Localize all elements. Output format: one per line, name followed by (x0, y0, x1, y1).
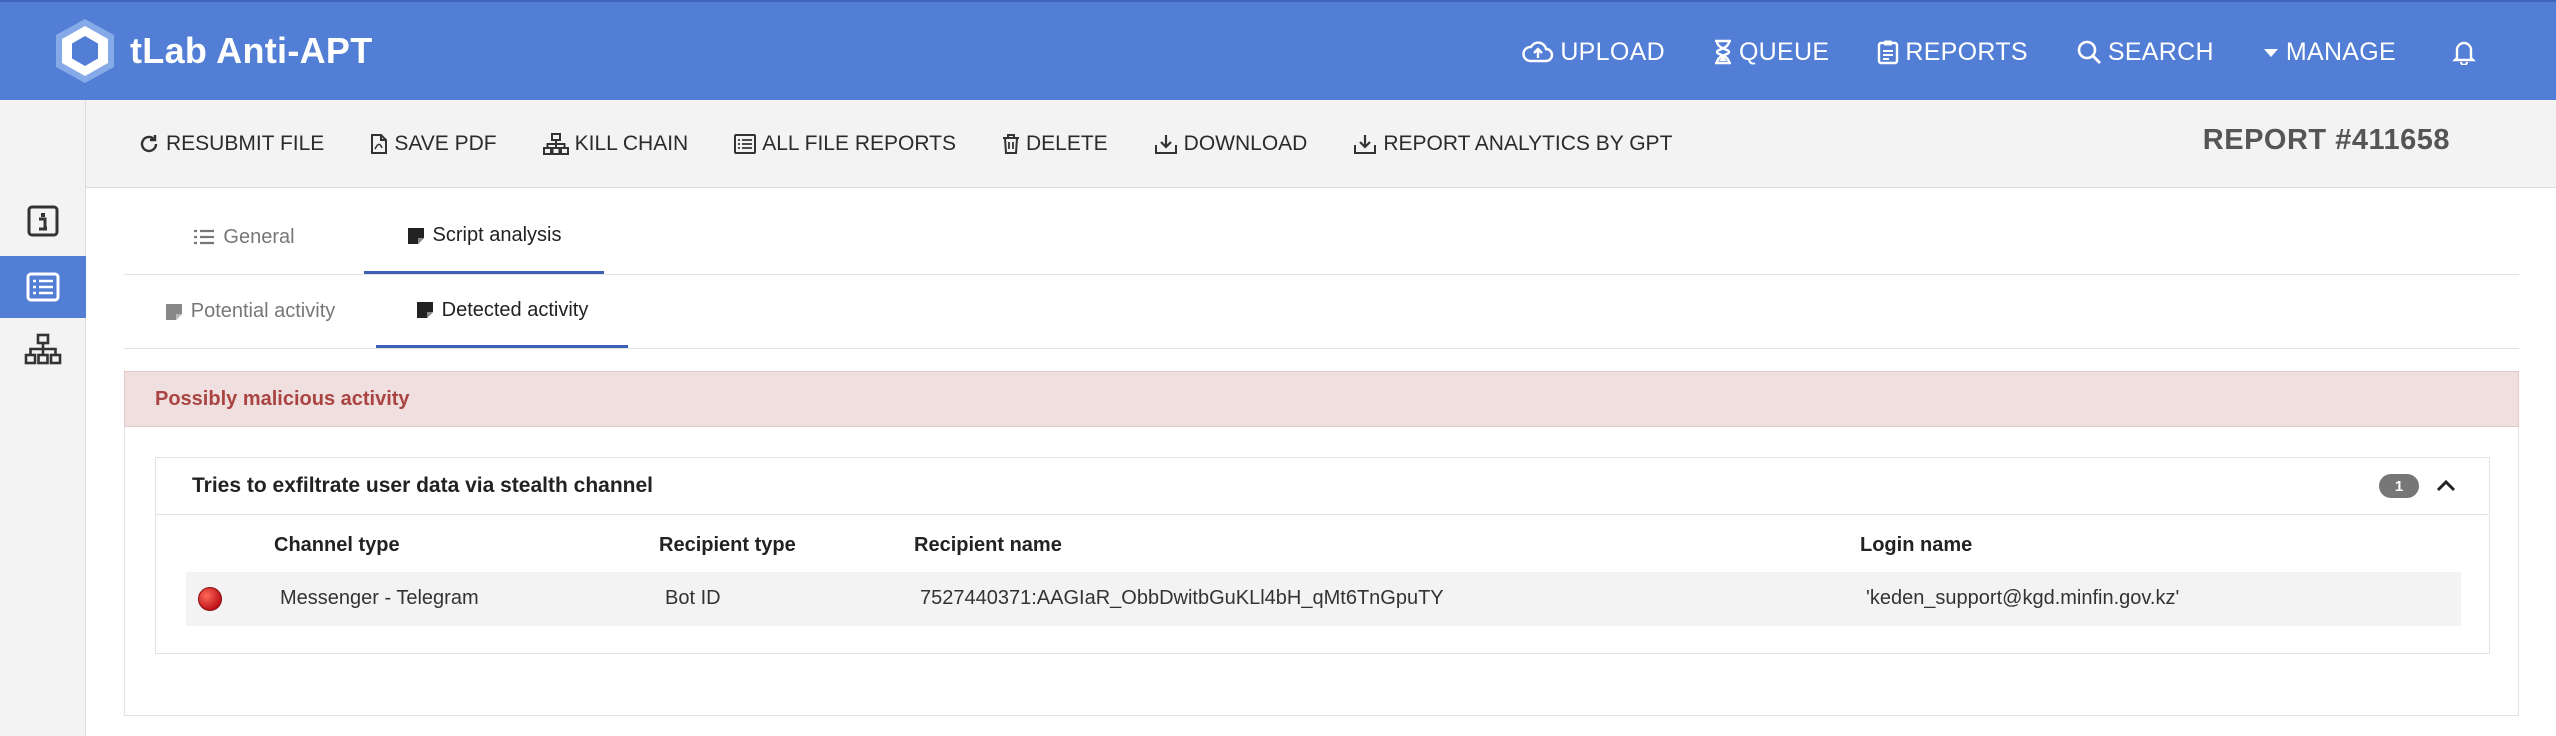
trash-icon (1002, 133, 1019, 154)
sticky-note-icon (165, 303, 182, 320)
table-row[interactable]: Messenger - Telegram Bot ID 7527440371:A… (186, 572, 2461, 626)
search-icon (2077, 40, 2101, 64)
count-badge: 1 (2379, 474, 2419, 498)
list-bullets-icon (194, 229, 215, 245)
kill-chain-button[interactable]: KILL CHAIN (542, 131, 689, 156)
resubmit-file-button[interactable]: RESUBMIT FILE (138, 132, 324, 156)
finding-title: Tries to exfiltrate user data via stealt… (192, 474, 654, 497)
bell-icon (2452, 41, 2476, 65)
app-name: tLab Anti-APT (130, 30, 373, 71)
activity-tabs: Potential activity Detected activity (124, 275, 2519, 349)
report-title: REPORT #411658 (2202, 124, 2450, 156)
delete-button[interactable]: DELETE (1002, 132, 1108, 156)
left-rail (0, 100, 86, 736)
nav-manage[interactable]: MANAGE (2262, 38, 2396, 67)
nav-queue-label: QUEUE (1738, 37, 1830, 66)
rail-list[interactable] (0, 256, 86, 318)
cell-recipient-name: 7527440371:AAGIaR_ObbDwitbGuKLl4bH_qMt6T… (920, 587, 1444, 609)
nav-upload[interactable]: UPLOAD (1522, 38, 1665, 67)
report-toolbar: RESUBMIT FILE SAVE PDF KILL CHAIN ALL FI… (86, 100, 2556, 188)
kill-chain-label: KILL CHAIN (574, 131, 689, 155)
nav-reports-label: REPORTS (1905, 37, 2028, 66)
sticky-note-icon (416, 302, 433, 318)
hierarchy-icon (542, 132, 569, 155)
download-button[interactable]: DOWNLOAD (1154, 131, 1308, 156)
tab-potential-activity-label: Potential activity (190, 300, 336, 322)
col-login-name: Login name (1860, 534, 1973, 556)
pdf-file-icon (371, 133, 388, 154)
severity-indicator (198, 587, 222, 611)
all-file-reports-button[interactable]: ALL FILE REPORTS (734, 132, 956, 156)
clipboard-icon (1878, 40, 1899, 65)
list-icon (26, 272, 60, 302)
sticky-note-icon (407, 227, 424, 244)
all-file-reports-label: ALL FILE REPORTS (762, 131, 956, 155)
download-icon (1354, 134, 1377, 154)
tab-general-label: General (223, 225, 295, 248)
tab-script-analysis-label: Script analysis (432, 224, 562, 246)
tab-script-analysis[interactable]: Script analysis (364, 200, 604, 274)
col-recipient-name: Recipient name (914, 534, 1062, 556)
nav-upload-label: UPLOAD (1560, 37, 1665, 66)
save-pdf-button[interactable]: SAVE PDF (370, 131, 497, 156)
tab-detected-activity[interactable]: Detected activity (376, 275, 628, 348)
nav-search-label: SEARCH (2107, 37, 2214, 66)
finding-card: Tries to exfiltrate user data via stealt… (155, 457, 2490, 654)
tab-general[interactable]: General (124, 200, 364, 274)
cloud-upload-icon (1522, 41, 1554, 63)
redo-icon (140, 134, 158, 152)
nav-queue[interactable]: QUEUE (1713, 38, 1829, 67)
cell-channel-type: Messenger - Telegram (280, 587, 479, 609)
download-label: DOWNLOAD (1183, 131, 1308, 155)
cell-login-name: 'keden_support@kgd.minfin.gov.kz' (1866, 587, 2180, 609)
nav-search[interactable]: SEARCH (2076, 38, 2214, 67)
alert-banner: Possibly malicious activity (124, 371, 2519, 427)
col-channel-type: Channel type (274, 534, 400, 556)
report-tabs: General Script analysis (124, 200, 2519, 275)
caret-down-icon (2263, 49, 2278, 57)
rail-tree[interactable] (0, 318, 86, 380)
hourglass-icon (1714, 39, 1731, 65)
cell-recipient-type: Bot ID (665, 587, 721, 609)
rail-info[interactable] (0, 190, 86, 252)
info-icon (27, 205, 59, 237)
finding-header[interactable]: Tries to exfiltrate user data via stealt… (156, 458, 2489, 515)
hierarchy-icon (24, 333, 62, 365)
notifications-button[interactable] (2452, 39, 2476, 65)
resubmit-file-label: RESUBMIT FILE (166, 131, 325, 155)
save-pdf-label: SAVE PDF (394, 131, 497, 155)
nav-manage-label: MANAGE (2285, 37, 2396, 66)
alert-text: Possibly malicious activity (155, 387, 410, 410)
logo-icon (56, 19, 114, 83)
list-icon (734, 133, 757, 154)
top-bar: tLab Anti-APT UPLOAD QUEUE REPORTS SEARC… (0, 0, 2556, 100)
tab-potential-activity[interactable]: Potential activity (124, 275, 376, 348)
brand[interactable]: tLab Anti-APT (52, 16, 373, 86)
activity-panel: Tries to exfiltrate user data via stealt… (124, 427, 2519, 716)
col-recipient-type: Recipient type (659, 534, 796, 556)
chevron-up-icon[interactable] (2435, 476, 2457, 496)
top-nav: UPLOAD QUEUE REPORTS SEARCH MANAGE (1474, 2, 2476, 102)
delete-label: DELETE (1025, 131, 1108, 155)
report-analytics-gpt-button[interactable]: REPORT ANALYTICS BY GPT (1353, 132, 1672, 156)
nav-reports[interactable]: REPORTS (1877, 38, 2028, 67)
download-icon (1154, 134, 1177, 154)
tab-detected-activity-label: Detected activity (441, 298, 589, 321)
report-analytics-gpt-label: REPORT ANALYTICS BY GPT (1383, 131, 1673, 155)
table-header: Channel type Recipient type Recipient na… (156, 534, 2489, 564)
